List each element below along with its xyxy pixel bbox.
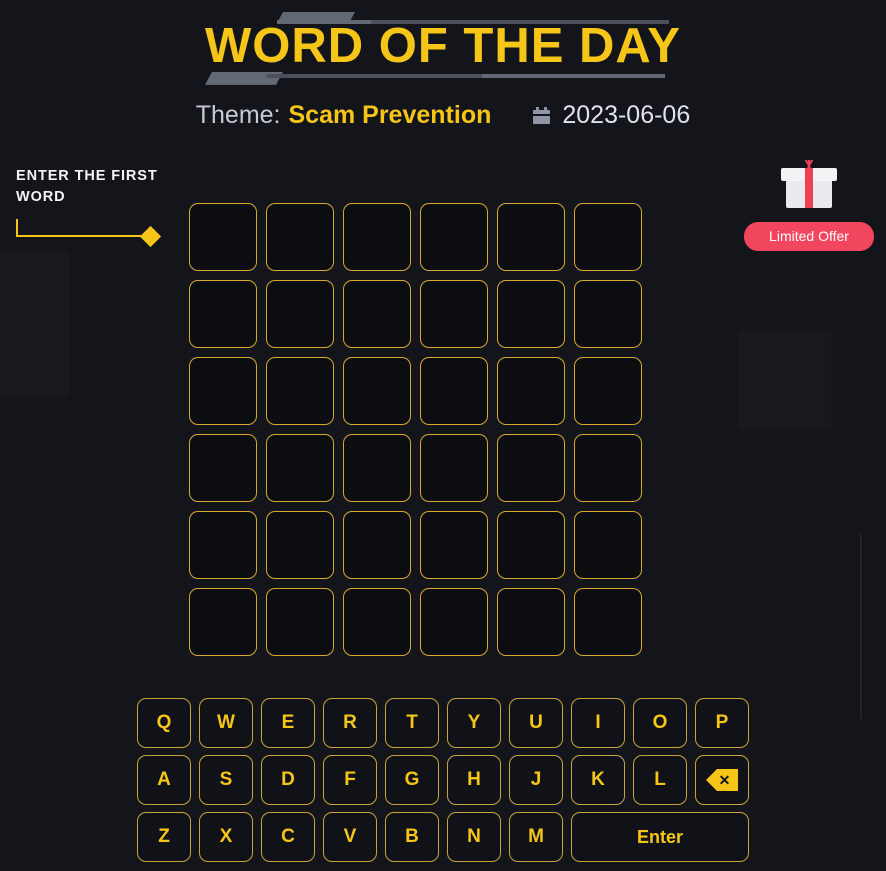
grid-cell [420,511,488,579]
grid-cell [343,203,411,271]
grid-cell [266,280,334,348]
limited-offer-badge[interactable]: Limited Offer [744,222,874,251]
key-c[interactable]: C [261,812,315,862]
grid-cell [189,511,257,579]
promo-panel: Limited Offer [744,160,874,251]
grid-cell [574,588,642,656]
grid-cell [420,434,488,502]
grid-cell [420,203,488,271]
background-divider-right [860,534,862,719]
subtitle-bar: Theme: Scam Prevention 2023-06-06 [0,101,886,130]
grid-cell [420,357,488,425]
grid-cell [343,280,411,348]
grid-cell [497,588,565,656]
key-f[interactable]: F [323,755,377,805]
key-m[interactable]: M [509,812,563,862]
enter-key[interactable]: Enter [571,812,749,862]
grid-cell [266,203,334,271]
key-a[interactable]: A [137,755,191,805]
grid-cell [497,280,565,348]
backspace-key[interactable]: ✕ [695,755,749,805]
grid-cell [420,588,488,656]
grid-cell [189,203,257,271]
grid-cell [420,280,488,348]
key-q[interactable]: Q [137,698,191,748]
calendar-icon [533,106,551,124]
hint-callout: ENTER THE FIRST WORD [16,166,166,247]
background-panel-right [738,331,831,429]
key-w[interactable]: W [199,698,253,748]
date-group: 2023-06-06 [533,101,690,130]
grid-cell [574,280,642,348]
key-p[interactable]: P [695,698,749,748]
grid-cell [497,434,565,502]
backspace-icon: ✕ [706,769,738,791]
theme-value: Scam Prevention [288,100,492,129]
hint-text: ENTER THE FIRST WORD [16,168,158,205]
key-s[interactable]: S [199,755,253,805]
grid-cell [343,434,411,502]
page-header: WORD OF THE DAY Theme: Scam Prevention 2… [0,0,886,130]
page-title: WORD OF THE DAY [205,19,681,73]
gift-box-icon[interactable] [781,160,837,208]
keyboard-row: A S D F G H J K L ✕ [137,755,749,805]
grid-cell [189,588,257,656]
key-u[interactable]: U [509,698,563,748]
grid-cell [574,511,642,579]
grid-cell [343,511,411,579]
key-z[interactable]: Z [137,812,191,862]
grid-cell [574,203,642,271]
date-value: 2023-06-06 [562,100,691,129]
keyboard-row: Z X C V B N M Enter [137,812,749,862]
key-j[interactable]: J [509,755,563,805]
grid-cell [497,511,565,579]
header-accent-bottom-bar [267,73,665,78]
background-panel-left [0,252,70,397]
key-t[interactable]: T [385,698,439,748]
key-y[interactable]: Y [447,698,501,748]
grid-cell [343,357,411,425]
key-i[interactable]: I [571,698,625,748]
grid-cell [266,434,334,502]
word-grid [189,203,642,656]
key-e[interactable]: E [261,698,315,748]
theme-label: Theme: [195,100,281,129]
grid-cell [574,357,642,425]
title-block: WORD OF THE DAY [205,12,681,87]
grid-cell [266,588,334,656]
virtual-keyboard: Q W E R T Y U I O P A S D F G H J K L ✕ Z X C V B N M Enter [0,698,886,862]
grid-cell [497,203,565,271]
grid-cell [266,511,334,579]
grid-cell [497,357,565,425]
grid-cell [266,357,334,425]
key-g[interactable]: G [385,755,439,805]
grid-cell [189,280,257,348]
grid-cell [343,588,411,656]
key-n[interactable]: N [447,812,501,862]
hint-arrow-icon [16,217,166,247]
key-v[interactable]: V [323,812,377,862]
key-r[interactable]: R [323,698,377,748]
key-d[interactable]: D [261,755,315,805]
header-accent-bottom-tab [205,72,283,85]
grid-cell [189,434,257,502]
key-x[interactable]: X [199,812,253,862]
key-h[interactable]: H [447,755,501,805]
key-o[interactable]: O [633,698,687,748]
key-k[interactable]: K [571,755,625,805]
key-b[interactable]: B [385,812,439,862]
grid-cell [574,434,642,502]
grid-cell [189,357,257,425]
keyboard-row: QWERTYUIOP [137,698,749,748]
key-l[interactable]: L [633,755,687,805]
